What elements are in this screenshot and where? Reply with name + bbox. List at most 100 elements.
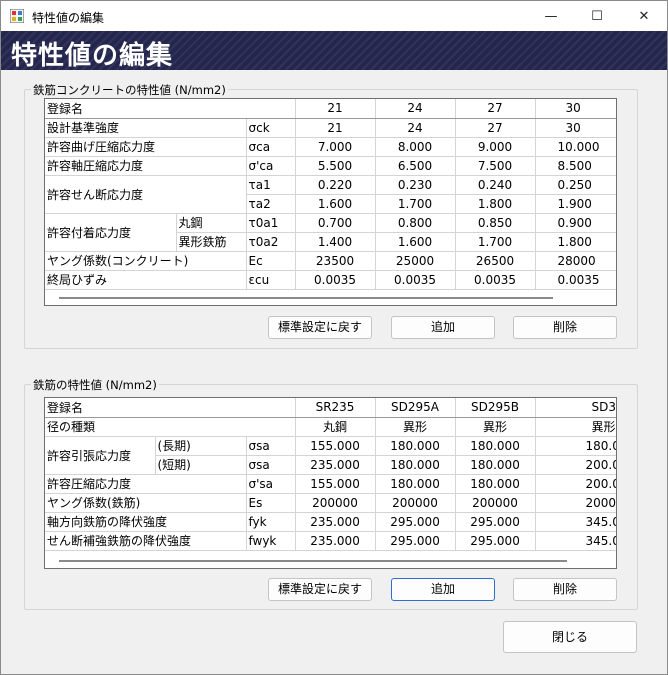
value-cell[interactable]: 24 — [375, 118, 456, 138]
value-cell[interactable]: 155.000 — [295, 474, 376, 494]
value-cell[interactable]: 0.900 — [535, 213, 616, 233]
value-cell[interactable]: 345.0 — [535, 512, 616, 532]
column-header[interactable]: 30 — [535, 99, 616, 119]
value-cell[interactable]: 295.000 — [455, 512, 536, 532]
value-cell[interactable]: 8.000 — [375, 137, 456, 157]
value-cell[interactable]: 0.250 — [535, 175, 616, 195]
column-header[interactable]: 27 — [455, 99, 536, 119]
value-cell[interactable]: 0.230 — [375, 175, 456, 195]
value-cell[interactable]: 1.400 — [295, 232, 376, 252]
close-window-button[interactable]: ✕ — [621, 1, 667, 31]
row-sublabel: (長期) — [155, 436, 247, 456]
delete-button[interactable]: 削除 — [513, 316, 617, 339]
symbol-cell: Es — [246, 493, 296, 513]
header-banner: 特性値の編集 — [1, 31, 667, 71]
value-cell[interactable]: 295.000 — [375, 512, 456, 532]
value-cell[interactable]: 1.800 — [535, 232, 616, 252]
horizontal-scrollbar[interactable] — [59, 297, 553, 299]
value-cell[interactable]: 180.000 — [375, 474, 456, 494]
symbol-cell: τa1 — [246, 175, 296, 195]
column-header[interactable]: 24 — [375, 99, 456, 119]
maximize-button[interactable]: ☐ — [574, 1, 620, 31]
value-cell[interactable]: 0.0035 — [455, 270, 536, 290]
value-cell[interactable]: 1.900 — [535, 194, 616, 214]
value-cell[interactable]: 26500 — [455, 251, 536, 271]
reset-defaults-button[interactable]: 標準設定に戻す — [268, 578, 372, 601]
value-cell[interactable]: 6.500 — [375, 156, 456, 176]
value-cell[interactable]: 丸鋼 — [295, 417, 376, 437]
value-cell[interactable]: 8.500 — [535, 156, 616, 176]
value-cell[interactable]: 180.0 — [535, 436, 616, 456]
value-cell[interactable]: 0.0035 — [375, 270, 456, 290]
column-header[interactable]: SD295A — [375, 398, 456, 418]
value-cell[interactable]: 1.600 — [375, 232, 456, 252]
value-cell[interactable]: 180.000 — [375, 436, 456, 456]
value-cell[interactable]: 28000 — [535, 251, 616, 271]
value-cell[interactable]: 7.500 — [455, 156, 536, 176]
value-cell[interactable]: 0.220 — [295, 175, 376, 195]
concrete-group-title: 鉄筋コンクリートの特性値 (N/mm2) — [31, 82, 228, 98]
value-cell[interactable]: 1.800 — [455, 194, 536, 214]
value-cell[interactable]: 1.700 — [455, 232, 536, 252]
minimize-button[interactable]: — — [528, 1, 574, 31]
column-header[interactable]: SR235 — [295, 398, 376, 418]
value-cell[interactable]: 200000 — [455, 493, 536, 513]
value-cell[interactable]: 1.600 — [295, 194, 376, 214]
table-row: 許容圧縮応力度 σ'sa 155.000 180.000 180.000 200… — [45, 474, 616, 494]
table-row: 許容引張応力度 (長期) σsa 155.000 180.000 180.000… — [45, 436, 616, 475]
value-cell[interactable]: 200000 — [295, 493, 376, 513]
add-button[interactable]: 追加 — [391, 578, 495, 601]
value-cell[interactable]: 345.0 — [535, 531, 616, 551]
rebar-grid[interactable]: 登録名 SR235 SD295A SD295B SD34 径の種類 丸鋼 異形 … — [44, 397, 617, 569]
value-cell[interactable]: 5.500 — [295, 156, 376, 176]
horizontal-scrollbar[interactable] — [59, 560, 567, 562]
value-cell[interactable]: 200000 — [375, 493, 456, 513]
value-cell[interactable]: 0.240 — [455, 175, 536, 195]
close-button[interactable]: 閉じる — [503, 621, 637, 653]
value-cell[interactable]: 295.000 — [455, 531, 536, 551]
dialog-window: 特性値の編集 — ☐ ✕ 特性値の編集 鉄筋コンクリートの特性値 (N/mm2)… — [0, 0, 668, 675]
add-button[interactable]: 追加 — [391, 316, 495, 339]
window-title: 特性値の編集 — [32, 11, 105, 25]
column-header[interactable]: 21 — [295, 99, 376, 119]
value-cell[interactable]: 295.000 — [375, 531, 456, 551]
row-label: 許容せん断応力度 — [45, 175, 247, 214]
reset-defaults-button[interactable]: 標準設定に戻す — [268, 316, 372, 339]
value-cell[interactable]: 0.700 — [295, 213, 376, 233]
value-cell[interactable]: 30 — [535, 118, 616, 138]
value-cell[interactable]: 9.000 — [455, 137, 536, 157]
value-cell[interactable]: 2000 — [535, 493, 616, 513]
value-cell[interactable]: 0.850 — [455, 213, 536, 233]
value-cell[interactable]: 1.700 — [375, 194, 456, 214]
value-cell[interactable]: 235.000 — [295, 455, 376, 475]
row-label: 許容引張応力度 — [45, 436, 156, 475]
column-header[interactable]: SD34 — [535, 398, 616, 418]
delete-button[interactable]: 削除 — [513, 578, 617, 601]
value-cell[interactable]: 異形 — [455, 417, 536, 437]
value-cell[interactable]: 155.000 — [295, 436, 376, 456]
value-cell[interactable]: 7.000 — [295, 137, 376, 157]
value-cell[interactable]: 異形 — [535, 417, 616, 437]
row-label: 径の種類 — [45, 417, 296, 437]
value-cell[interactable]: 0.0035 — [535, 270, 616, 290]
value-cell[interactable]: 235.000 — [295, 512, 376, 532]
value-cell[interactable]: 0.800 — [375, 213, 456, 233]
column-header[interactable]: SD295B — [455, 398, 536, 418]
value-cell[interactable]: 0.0035 — [295, 270, 376, 290]
value-cell[interactable]: 180.000 — [455, 436, 536, 456]
value-cell[interactable]: 180.000 — [375, 455, 456, 475]
value-cell[interactable]: 10.000 — [535, 137, 616, 157]
value-cell[interactable]: 25000 — [375, 251, 456, 271]
value-cell[interactable]: 200.0 — [535, 474, 616, 494]
value-cell[interactable]: 21 — [295, 118, 376, 138]
value-cell[interactable]: 200.0 — [535, 455, 616, 475]
value-cell[interactable]: 235.000 — [295, 531, 376, 551]
value-cell[interactable]: 180.000 — [455, 474, 536, 494]
value-cell[interactable]: 180.000 — [455, 455, 536, 475]
concrete-grid[interactable]: 登録名 21 24 27 30 設計基準強度 σck 21 24 27 30 許… — [44, 98, 617, 306]
value-cell[interactable]: 異形 — [375, 417, 456, 437]
rebar-group-title: 鉄筋の特性値 (N/mm2) — [31, 377, 159, 393]
table-row: せん断補強鉄筋の降伏強度 fwyk 235.000 295.000 295.00… — [45, 531, 616, 551]
value-cell[interactable]: 27 — [455, 118, 536, 138]
value-cell[interactable]: 23500 — [295, 251, 376, 271]
